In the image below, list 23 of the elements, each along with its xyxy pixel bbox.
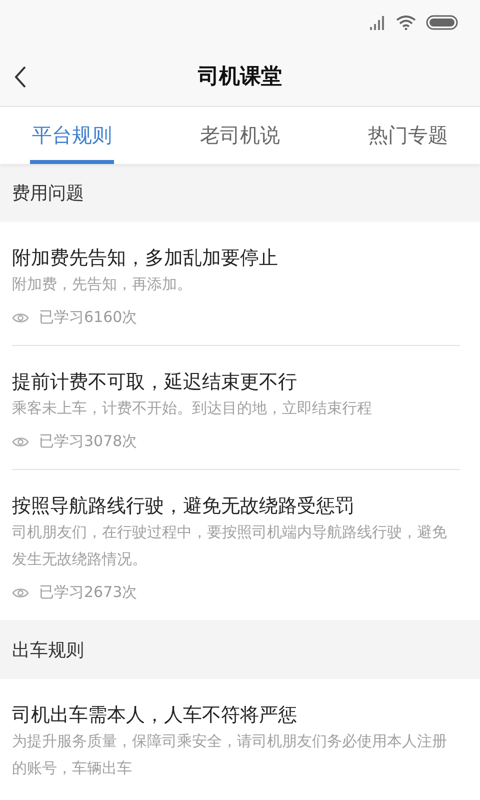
view-count: 已学习3078次 bbox=[39, 432, 138, 452]
eye-icon bbox=[12, 436, 29, 448]
lesson-title[interactable]: 按照导航路线行驶，避免无故绕路受惩罚 bbox=[12, 493, 460, 520]
lesson-summary: 附加费，先告知，再添加。 bbox=[12, 274, 193, 296]
back-chevron-icon bbox=[13, 65, 27, 90]
lesson-title[interactable]: 附加费先告知，多加乱加要停止 bbox=[12, 245, 460, 272]
wifi-icon bbox=[396, 15, 416, 30]
lesson-title[interactable]: 提前计费不可取，延迟结束更不行 bbox=[12, 369, 460, 396]
battery-icon bbox=[426, 15, 458, 30]
lesson-summary: 为提升服务质量，保障司乘安全，请司机朋友们务必使用本人注册的账号，车辆出车 bbox=[12, 731, 448, 780]
lesson-title[interactable]: 司机出车需本人，人车不符将严惩 bbox=[12, 702, 460, 728]
signal-icon bbox=[370, 16, 386, 30]
eye-icon bbox=[12, 586, 29, 599]
tab[interactable]: 热门专题 bbox=[366, 106, 450, 164]
view-count: 已学习6160次 bbox=[39, 308, 138, 328]
lesson-summary: 乘客未上车，计费不开始。到达目的地，立即结束行程 bbox=[12, 398, 373, 420]
section-header: 出车规则 bbox=[0, 620, 480, 680]
lesson-summary: 司机朋友们，在行驶过程中，要按照司机端内导航路线行驶，避免发生无故绕路情况。 bbox=[12, 522, 448, 570]
section-header: 费用问题 bbox=[0, 164, 480, 222]
page-title: 司机课堂 bbox=[198, 62, 282, 90]
view-count: 已学习2673次 bbox=[39, 583, 138, 602]
eye-icon bbox=[12, 312, 29, 324]
tab[interactable]: 老司机说 bbox=[198, 106, 282, 164]
